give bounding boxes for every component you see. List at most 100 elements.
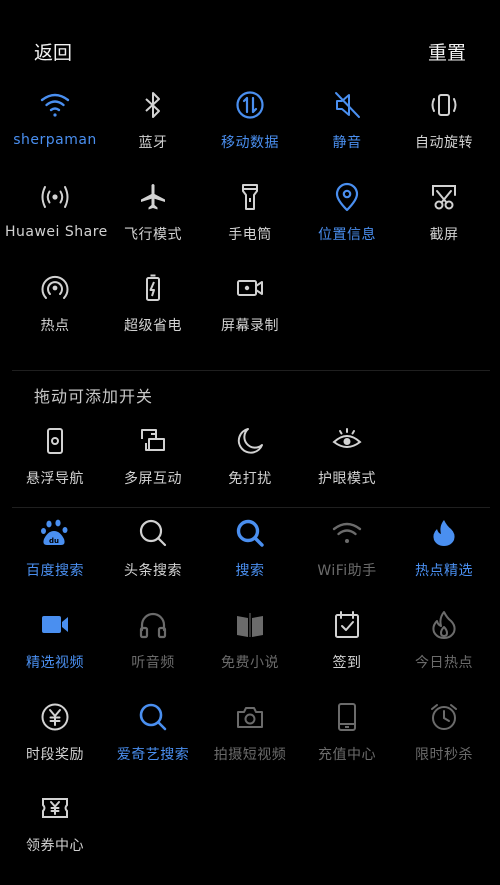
tile-bluetooth[interactable]: 蓝牙 (103, 90, 203, 182)
tile-iqiyi-search[interactable]: 爱奇艺搜索 (103, 702, 203, 794)
tile-label: 截屏 (429, 227, 459, 243)
tile-label: 静音 (332, 135, 362, 151)
wifi-icon (332, 522, 362, 543)
mute-icon (335, 92, 360, 118)
tile-eye-comfort[interactable]: 护眼模式 (297, 426, 397, 518)
calendar-check-icon (335, 611, 359, 638)
flame-outline-icon (432, 611, 456, 639)
coupon-icon (42, 798, 68, 818)
tile-floating-nav[interactable]: 悬浮导航 (5, 426, 105, 518)
tile-search[interactable]: 搜索 (200, 518, 300, 610)
camera-icon (237, 707, 263, 728)
tile-label: sherpaman (13, 132, 97, 148)
tile-label: Huawei Share (5, 224, 108, 240)
tile-screen-record[interactable]: 屏幕录制 (200, 273, 300, 365)
headphones-icon (139, 612, 167, 639)
airplane-icon (141, 184, 165, 210)
hotspot-icon (41, 275, 69, 299)
tile-toutiao-search[interactable]: 头条搜索 (103, 518, 203, 610)
tile-label: 听音频 (131, 655, 175, 671)
tile-label: 领券中心 (26, 838, 84, 854)
tile-label: 位置信息 (318, 227, 376, 243)
phone-icon (338, 703, 356, 731)
tile-screenshot[interactable]: 截屏 (394, 182, 494, 274)
divider (12, 370, 490, 371)
tile-label: 免打扰 (228, 471, 272, 487)
reset-button[interactable]: 重置 (428, 38, 466, 65)
tile-label: 签到 (332, 655, 362, 671)
baidu-paw-icon: du (41, 519, 68, 545)
top-bar: 返回 重置 (0, 0, 500, 100)
tile-recharge-center[interactable]: 充值中心 (297, 702, 397, 794)
battery-bolt-icon (146, 274, 160, 301)
tile-flash-sale[interactable]: 限时秒杀 (394, 702, 494, 794)
screenshot-scissors-icon (432, 185, 456, 210)
tile-listen-audio[interactable]: 听音频 (103, 610, 203, 702)
huawei-share-icon (41, 186, 69, 208)
tile-label: 多屏互动 (124, 471, 182, 487)
book-icon (237, 613, 263, 637)
tile-label: 时段奖励 (26, 747, 84, 763)
auto-rotate-icon (431, 94, 457, 116)
mobile-data-icon (236, 91, 264, 119)
tile-wifi[interactable]: sherpaman (5, 90, 105, 182)
tile-label: 屏幕录制 (221, 318, 279, 334)
tile-label: 超级省电 (124, 318, 182, 334)
video-camera-icon (42, 616, 68, 633)
tile-label: 拍摄短视频 (213, 747, 287, 763)
tile-label: 充值中心 (318, 747, 376, 763)
back-button[interactable]: 返回 (34, 38, 72, 65)
tile-label: 热点精选 (415, 563, 473, 579)
tile-auto-rotate[interactable]: 自动旋转 (394, 90, 494, 182)
multi-screen-icon (141, 429, 165, 451)
tile-huawei-share[interactable]: Huawei Share (5, 182, 108, 274)
tile-location[interactable]: 位置信息 (297, 182, 397, 274)
tile-do-not-disturb[interactable]: 免打扰 (200, 426, 300, 518)
tile-label: 限时秒杀 (415, 747, 473, 763)
tile-free-novel[interactable]: 免费小说 (200, 610, 300, 702)
tile-label: WiFi助手 (317, 563, 377, 579)
tile-label: 手电筒 (228, 227, 272, 243)
tile-baidu-search[interactable]: du 百度搜索 (5, 518, 105, 610)
tile-label: 百度搜索 (26, 563, 84, 579)
tile-airplane[interactable]: 飞行模式 (103, 182, 203, 274)
tile-power-saving[interactable]: 超级省电 (103, 273, 203, 365)
flame-icon (433, 520, 455, 546)
tile-label: 护眼模式 (318, 471, 376, 487)
floating-nav-icon (47, 428, 63, 454)
tile-label: 精选视频 (26, 655, 84, 671)
tile-label: 悬浮导航 (26, 471, 84, 487)
tile-featured-video[interactable]: 精选视频 (5, 610, 105, 702)
svg-text:du: du (49, 537, 59, 545)
tile-label: 自动旋转 (415, 135, 473, 151)
tile-coupon-center[interactable]: 领券中心 (5, 793, 105, 885)
eye-icon (332, 428, 362, 448)
tile-short-video[interactable]: 拍摄短视频 (200, 702, 300, 794)
search-icon (236, 519, 264, 547)
tile-label: 今日热点 (415, 655, 473, 671)
tile-mute[interactable]: 静音 (297, 90, 397, 182)
tile-label: 热点 (40, 318, 70, 334)
tile-today-hot[interactable]: 今日热点 (394, 610, 494, 702)
tile-label: 头条搜索 (124, 563, 182, 579)
tile-time-reward[interactable]: 时段奖励 (5, 702, 105, 794)
tile-flashlight[interactable]: 手电筒 (200, 182, 300, 274)
wifi-icon (40, 93, 70, 117)
tile-label: 爱奇艺搜索 (116, 747, 190, 763)
tile-multi-screen[interactable]: 多屏互动 (103, 426, 203, 518)
tile-wifi-assistant[interactable]: WiFi助手 (297, 518, 397, 610)
tile-hotspot[interactable]: 热点 (5, 273, 105, 365)
location-pin-icon (335, 182, 359, 212)
tile-label: 免费小说 (221, 655, 279, 671)
tile-hot-picks[interactable]: 热点精选 (394, 518, 494, 610)
divider (12, 507, 490, 508)
flashlight-icon (242, 184, 258, 210)
tile-mobile-data[interactable]: 移动数据 (200, 90, 300, 182)
tile-label: 飞行模式 (124, 227, 182, 243)
search-icon (139, 703, 167, 731)
screen-record-icon (237, 280, 263, 296)
yuan-coin-icon (41, 703, 69, 731)
section-title: 拖动可添加开关 (34, 387, 154, 406)
search-icon (139, 519, 167, 547)
tile-check-in[interactable]: 签到 (297, 610, 397, 702)
